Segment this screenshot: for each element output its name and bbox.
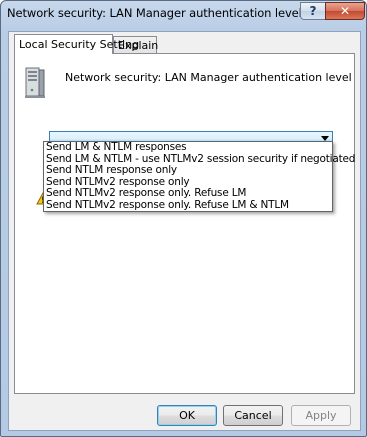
ok-label: OK	[179, 409, 195, 422]
close-button[interactable]: ✕	[325, 2, 365, 20]
dropdown-option[interactable]: Send LM & NTLM responses	[44, 141, 332, 154]
dropdown-option[interactable]: Send NTLMv2 response only. Refuse LM & N…	[44, 199, 332, 212]
apply-button[interactable]: Apply	[291, 405, 351, 426]
policy-name: Network security: LAN Manager authentica…	[65, 71, 352, 84]
tab-panel: Network security: LAN Manager authentica…	[14, 53, 355, 394]
close-icon: ✕	[339, 4, 351, 18]
cancel-label: Cancel	[234, 409, 272, 422]
title-bar[interactable]: Network security: LAN Manager authentica…	[1, 1, 366, 25]
help-icon: ?	[309, 4, 317, 18]
button-bar: OK Cancel Apply	[9, 400, 360, 430]
server-icon	[25, 67, 45, 98]
tab-label: Local Security Setting	[19, 38, 140, 51]
help-button[interactable]: ?	[300, 2, 326, 20]
dropdown-option[interactable]: Send NTLMv2 response only. Refuse LM	[44, 187, 332, 200]
tab-local-security-setting[interactable]: Local Security Setting	[14, 34, 139, 54]
apply-label: Apply	[305, 409, 337, 422]
authentication-level-dropdown-list: Send LM & NTLM responses Send LM & NTLM …	[43, 141, 355, 212]
cancel-button[interactable]: Cancel	[223, 405, 283, 426]
dialog-body: Local Security Setting Explain Network s…	[8, 31, 361, 431]
dropdown-option[interactable]: Send NTLM response only	[44, 164, 332, 177]
properties-window: Network security: LAN Manager authentica…	[0, 0, 367, 437]
ok-button[interactable]: OK	[157, 405, 217, 426]
